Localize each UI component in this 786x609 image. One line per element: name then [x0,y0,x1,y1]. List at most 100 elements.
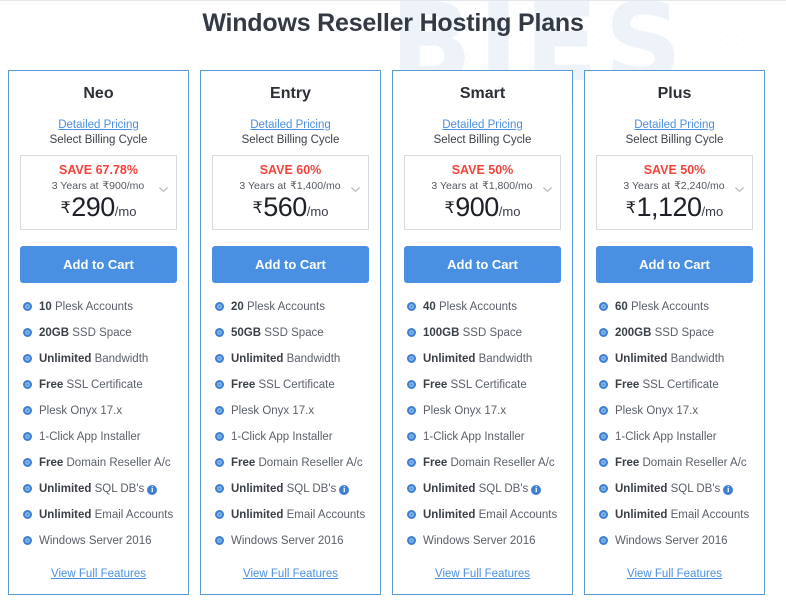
billing-cycle-selector[interactable]: SAVE 67.78% 3 Years at ₹900/mo ₹290/mo [20,155,177,231]
feature-label: 1-Click App Installer [39,430,141,444]
bullet-icon [599,484,608,494]
feature-description: Windows Server 2016 [231,535,344,548]
feature-item: 1-Click App Installer [212,430,369,444]
feature-highlight: Free [615,457,640,470]
view-full-features-link[interactable]: View Full Features [20,568,177,580]
feature-description: Plesk Onyx 17.x [39,405,123,418]
feature-item: Unlimited Bandwidth [404,352,561,366]
feature-description: Domain Reseller A/c [63,457,171,470]
billing-cycle-selector[interactable]: SAVE 60% 3 Years at ₹1,400/mo ₹560/mo [212,155,369,231]
final-price: ₹900/mo [411,193,554,221]
billing-cycle-selector[interactable]: SAVE 50% 3 Years at ₹2,240/mo ₹1,120/mo [596,155,753,231]
feature-description: SQL DB's [283,483,337,496]
detailed-pricing-link[interactable]: Detailed Pricing [212,119,369,131]
feature-description: SQL DB's [475,483,529,496]
bullet-icon [23,432,32,442]
feature-label: Unlimited SQL DB's i [615,482,734,496]
feature-description: SSL Certificate [63,379,143,392]
feature-description: Plesk Onyx 17.x [615,405,699,418]
feature-description: Domain Reseller A/c [639,457,747,470]
detailed-pricing-link[interactable]: Detailed Pricing [20,119,177,131]
view-full-features-link[interactable]: View Full Features [404,568,561,580]
bullet-icon [23,458,32,468]
bullet-icon [599,406,608,416]
billing-cycle-label: Select Billing Cycle [625,134,724,146]
billing-cycle-label: Select Billing Cycle [433,134,532,146]
view-full-features-link[interactable]: View Full Features [212,568,369,580]
feature-label: Unlimited SQL DB's i [231,482,350,496]
feature-item: Windows Server 2016 [404,534,561,548]
feature-item: Free Domain Reseller A/c [404,456,561,470]
info-icon[interactable]: i [147,485,158,496]
save-badge: SAVE 67.78% [59,163,138,177]
feature-item: Windows Server 2016 [20,534,177,548]
add-to-cart-button[interactable]: Add to Cart [404,246,561,284]
bullet-icon [215,380,224,390]
price-period: /mo [498,204,521,219]
feature-item: Free SSL Certificate [20,378,177,392]
original-price: ₹1,400/mo [290,180,341,192]
feature-description: 1-Click App Installer [231,431,333,444]
original-price-row: 3 Years at ₹1,400/mo [219,180,362,192]
feature-item: Unlimited Email Accounts [596,508,753,522]
add-to-cart-button[interactable]: Add to Cart [212,246,369,284]
bullet-icon [407,380,416,390]
billing-cycle-selector[interactable]: SAVE 50% 3 Years at ₹1,800/mo ₹900/mo [404,155,561,231]
bullet-icon [407,302,416,312]
add-to-cart-button[interactable]: Add to Cart [20,246,177,284]
feature-item: 10 Plesk Accounts [20,300,177,314]
save-badge: SAVE 60% [259,163,322,177]
original-price: ₹900/mo [102,180,145,192]
feature-label: Plesk Onyx 17.x [39,404,122,418]
feature-item: 60 Plesk Accounts [596,300,753,314]
feature-highlight: Unlimited [231,509,284,522]
feature-highlight: Unlimited [231,483,284,496]
feature-highlight: Free [39,379,64,392]
info-icon[interactable]: i [339,485,350,496]
view-full-features-link[interactable]: View Full Features [596,568,753,580]
detailed-pricing-link[interactable]: Detailed Pricing [596,119,753,131]
feature-label: Unlimited SQL DB's i [423,482,542,496]
bullet-icon [23,302,32,312]
price-period: /mo [114,204,137,219]
bullet-icon [23,510,32,520]
feature-label: 20GB SSD Space [39,326,132,340]
feature-item: Plesk Onyx 17.x [596,404,753,418]
bullet-icon [407,536,416,546]
currency-symbol: ₹ [252,200,263,217]
bullet-icon [407,510,416,520]
feature-description: Bandwidth [475,353,533,366]
feature-label: Free Domain Reseller A/c [39,456,171,470]
feature-label: Unlimited Email Accounts [39,508,173,522]
feature-item: 1-Click App Installer [20,430,177,444]
feature-item: 1-Click App Installer [404,430,561,444]
feature-description: Domain Reseller A/c [447,457,555,470]
feature-description: Windows Server 2016 [39,535,152,548]
feature-description: Windows Server 2016 [423,535,536,548]
bullet-icon [599,432,608,442]
feature-highlight: Unlimited [231,353,284,366]
feature-highlight: 20GB [39,327,70,340]
feature-description: 1-Click App Installer [423,431,525,444]
feature-description: Plesk Onyx 17.x [423,405,507,418]
feature-label: Plesk Onyx 17.x [423,404,506,418]
feature-description: SQL DB's [667,483,721,496]
feature-list: 40 Plesk Accounts 100GB SSD Space Unlimite… [404,300,561,562]
feature-highlight: Free [231,379,256,392]
billing-term-label: 3 Years at [431,180,479,192]
feature-item: 100GB SSD Space [404,326,561,340]
final-price: ₹1,120/mo [603,193,746,221]
feature-item: Free Domain Reseller A/c [596,456,753,470]
feature-item: Unlimited Email Accounts [20,508,177,522]
info-icon[interactable]: i [531,485,542,496]
add-to-cart-button[interactable]: Add to Cart [596,246,753,284]
feature-item: Unlimited Bandwidth [596,352,753,366]
feature-description: Email Accounts [91,509,174,522]
currency-symbol: ₹ [625,200,636,217]
feature-label: 10 Plesk Accounts [39,300,133,314]
feature-highlight: 100GB [423,327,460,340]
detailed-pricing-link[interactable]: Detailed Pricing [404,119,561,131]
bullet-icon [407,406,416,416]
info-icon[interactable]: i [723,485,734,496]
feature-description: SQL DB's [91,483,145,496]
